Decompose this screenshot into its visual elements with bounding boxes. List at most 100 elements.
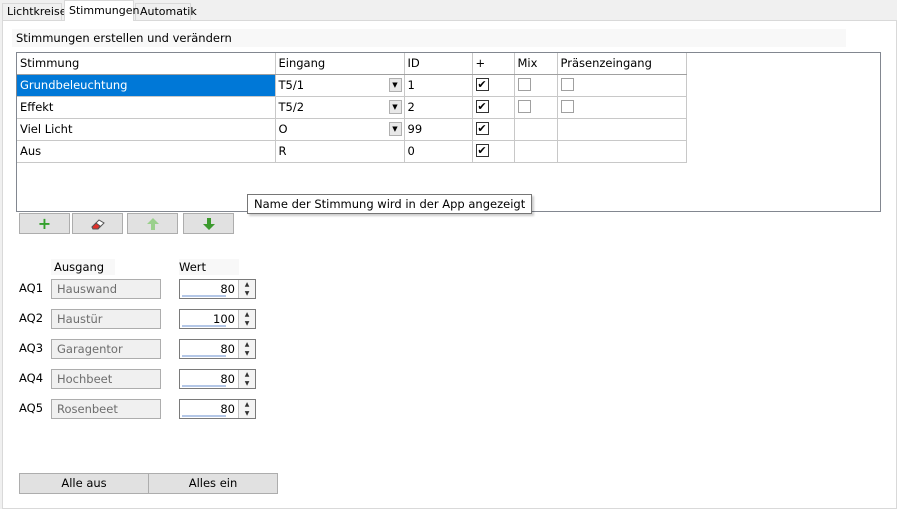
value-spinbox[interactable]: 80 ▲ ▼ <box>179 369 256 389</box>
spin-arrows: ▲ ▼ <box>238 280 255 298</box>
moods-table: Stimmung Eingang ID + Mix Präsenzeingang… <box>17 53 687 163</box>
output-label: AQ4 <box>19 371 44 385</box>
spin-up-icon[interactable]: ▲ <box>239 280 255 289</box>
cell-plus[interactable]: ✔ <box>472 96 515 119</box>
table-row[interactable]: Grundbeleuchtung T5/1 ▼ 1 ✔ <box>17 74 687 97</box>
cell-id[interactable]: 1 <box>404 74 473 97</box>
move-down-button[interactable] <box>183 213 234 234</box>
value-underline <box>182 295 226 297</box>
spin-arrows: ▲ ▼ <box>238 370 255 388</box>
spin-arrows: ▲ ▼ <box>238 340 255 358</box>
grid-header-row: Stimmung Eingang ID + Mix Präsenzeingang <box>17 53 687 75</box>
cell-plus[interactable]: ✔ <box>472 140 515 163</box>
value-spinbox[interactable]: 80 ▲ ▼ <box>179 339 256 359</box>
cell-id[interactable]: 0 <box>404 140 473 163</box>
col-header-plus[interactable]: + <box>472 53 515 75</box>
spin-down-icon[interactable]: ▼ <box>239 379 255 388</box>
arrow-down-icon <box>202 218 215 230</box>
cell-praesenz <box>557 118 687 141</box>
spin-down-icon[interactable]: ▼ <box>239 349 255 358</box>
output-name-field: Garagentor <box>51 339 161 359</box>
cell-mix <box>514 118 558 141</box>
output-label: AQ5 <box>19 401 44 415</box>
cell-eingang-value: O <box>278 122 288 136</box>
cell-praesenz <box>557 140 687 163</box>
delete-mood-button[interactable] <box>72 213 123 234</box>
spin-up-icon[interactable]: ▲ <box>239 310 255 319</box>
value-underline <box>182 385 226 387</box>
plus-checkbox[interactable]: ✔ <box>475 122 489 135</box>
move-up-button[interactable] <box>127 213 178 234</box>
plus-checkbox[interactable]: ✔ <box>475 100 489 113</box>
add-mood-button[interactable]: + <box>19 213 70 234</box>
all-on-button[interactable]: Alles ein <box>148 473 278 494</box>
output-label: AQ2 <box>19 311 44 325</box>
cell-eingang[interactable]: R <box>275 140 405 163</box>
mix-checkbox[interactable] <box>517 78 531 91</box>
value-underline <box>182 355 226 357</box>
value-spinbox[interactable]: 80 ▲ ▼ <box>179 399 256 419</box>
output-name-field: Rosenbeet <box>51 399 161 419</box>
col-header-eingang[interactable]: Eingang <box>275 53 405 75</box>
cell-praesenz[interactable] <box>557 96 687 119</box>
value-underline <box>182 325 226 327</box>
mix-checkbox[interactable] <box>517 100 531 113</box>
tab-automatik[interactable]: Automatik <box>135 3 197 20</box>
eraser-icon <box>90 219 105 230</box>
output-name-field: Hochbeet <box>51 369 161 389</box>
cell-plus[interactable]: ✔ <box>472 74 515 97</box>
cell-stimmung[interactable]: Effekt <box>17 96 276 119</box>
presence-checkbox[interactable] <box>560 78 574 91</box>
spin-up-icon[interactable]: ▲ <box>239 400 255 409</box>
spin-down-icon[interactable]: ▼ <box>239 289 255 298</box>
cell-stimmung[interactable]: Viel Licht <box>17 118 276 141</box>
output-column-header: Ausgang <box>51 259 115 275</box>
moods-grid[interactable]: Stimmung Eingang ID + Mix Präsenzeingang… <box>16 52 881 212</box>
dropdown-arrow-icon[interactable]: ▼ <box>388 121 402 136</box>
spin-arrows: ▲ ▼ <box>238 400 255 418</box>
tab-stimmungen[interactable]: Stimmungen <box>64 0 139 21</box>
cell-mix[interactable] <box>514 96 558 119</box>
col-header-praesenz[interactable]: Präsenzeingang <box>557 53 687 75</box>
output-name-field: Haustür <box>51 309 161 329</box>
output-label: AQ1 <box>19 281 44 295</box>
value-spinbox[interactable]: 100 ▲ ▼ <box>179 309 256 329</box>
output-label: AQ3 <box>19 341 44 355</box>
cell-eingang-value: T5/1 <box>278 78 305 92</box>
plus-checkbox[interactable]: ✔ <box>475 78 489 91</box>
table-row[interactable]: Aus R 0 ✔ <box>17 140 687 163</box>
cell-plus[interactable]: ✔ <box>472 118 515 141</box>
cell-mix <box>514 140 558 163</box>
arrow-up-icon <box>146 218 159 230</box>
cell-stimmung[interactable]: Aus <box>17 140 276 163</box>
spin-down-icon[interactable]: ▼ <box>239 319 255 328</box>
cell-id[interactable]: 2 <box>404 96 473 119</box>
tooltip: Name der Stimmung wird in der App angeze… <box>247 194 533 214</box>
dropdown-arrow-icon[interactable]: ▼ <box>388 77 402 92</box>
value-column-header: Wert <box>179 259 239 275</box>
table-row[interactable]: Viel Licht O ▼ 99 ✔ <box>17 118 687 141</box>
spin-up-icon[interactable]: ▲ <box>239 370 255 379</box>
plus-checkbox[interactable]: ✔ <box>475 144 489 157</box>
presence-checkbox[interactable] <box>560 100 574 113</box>
table-row[interactable]: Effekt T5/2 ▼ 2 ✔ <box>17 96 687 119</box>
dropdown-arrow-icon[interactable]: ▼ <box>388 99 402 114</box>
cell-praesenz[interactable] <box>557 74 687 97</box>
group-title: Stimmungen erstellen und verändern <box>12 29 846 47</box>
value-spinbox[interactable]: 80 ▲ ▼ <box>179 279 256 299</box>
cell-eingang[interactable]: O ▼ <box>275 118 405 141</box>
spin-down-icon[interactable]: ▼ <box>239 409 255 418</box>
col-header-id[interactable]: ID <box>404 53 473 75</box>
spin-arrows: ▲ ▼ <box>238 310 255 328</box>
all-off-button[interactable]: Alle aus <box>19 473 149 494</box>
col-header-mix[interactable]: Mix <box>514 53 558 75</box>
cell-stimmung[interactable]: Grundbeleuchtung <box>17 74 276 97</box>
cell-id[interactable]: 99 <box>404 118 473 141</box>
cell-eingang-value: T5/2 <box>278 100 305 114</box>
col-header-stimmung[interactable]: Stimmung <box>17 53 276 75</box>
tab-lichtkreise[interactable]: Lichtkreise <box>2 3 67 20</box>
spin-up-icon[interactable]: ▲ <box>239 340 255 349</box>
cell-eingang[interactable]: T5/1 ▼ <box>275 74 405 97</box>
cell-mix[interactable] <box>514 74 558 97</box>
cell-eingang[interactable]: T5/2 ▼ <box>275 96 405 119</box>
